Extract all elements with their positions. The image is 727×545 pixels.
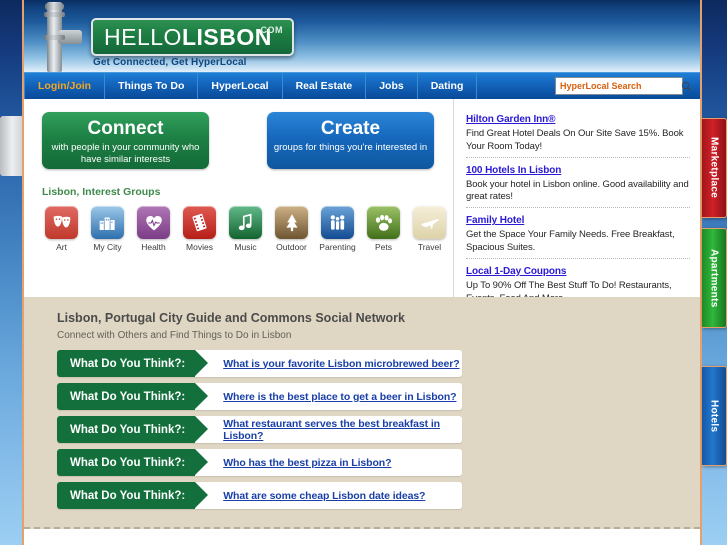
- family-people-icon: [321, 206, 354, 239]
- ad-description: Get the Space Your Family Needs. Free Br…: [466, 229, 675, 254]
- nav-item-hyperlocal[interactable]: HyperLocal: [198, 73, 283, 99]
- content-left-column: Connect with people in your community wh…: [24, 99, 454, 297]
- ad-title-link[interactable]: Family Hotel: [466, 215, 524, 226]
- interest-group-label: Parenting: [319, 242, 356, 252]
- ad-title-link[interactable]: Local 1-Day Coupons: [466, 266, 566, 277]
- nav-item-real-estate[interactable]: Real Estate: [283, 73, 367, 99]
- what-do-you-think-tag: What Do You Think?:: [57, 416, 209, 443]
- ad-divider: [466, 257, 690, 259]
- interest-group-pets[interactable]: Pets: [364, 206, 403, 252]
- question-row: What Do You Think?: Where is the best pl…: [57, 383, 462, 410]
- interest-group-label: Outdoor: [276, 242, 307, 252]
- interest-group-art[interactable]: Art: [42, 206, 81, 252]
- question-link[interactable]: Where is the best place to get a beer in…: [223, 391, 456, 403]
- ad-divider: [466, 156, 690, 158]
- side-tab-hotels[interactable]: Hotels: [702, 366, 727, 466]
- interest-group-movies[interactable]: Movies: [180, 206, 219, 252]
- question-row: What Do You Think?: What restaurant serv…: [57, 416, 462, 443]
- music-note-icon: [229, 206, 262, 239]
- connect-subtitle: with people in your community who have s…: [51, 141, 200, 166]
- paw-print-icon: [367, 206, 400, 239]
- question-link[interactable]: What are some cheap Lisbon date ideas?: [223, 490, 425, 502]
- what-do-you-think-tag: What Do You Think?:: [57, 449, 209, 476]
- film-strip-icon: [183, 206, 216, 239]
- ad-description: Find Great Hotel Deals On Our Site Save …: [466, 128, 684, 152]
- search-box: [555, 77, 692, 95]
- site-header: HELLOLISBON .COM Get Connected, Get Hype…: [24, 0, 700, 72]
- ad-description: Book your hotel in Lisbon online. Good a…: [466, 178, 689, 203]
- question-link[interactable]: What restaurant serves the best breakfas…: [223, 418, 462, 442]
- interest-group-parenting[interactable]: Parenting: [318, 206, 357, 252]
- interest-group-label: My City: [93, 242, 122, 252]
- main-content: Connect with people in your community wh…: [24, 99, 700, 323]
- create-subtitle: groups for things you're interested in: [273, 141, 428, 153]
- site-logo[interactable]: HELLOLISBON .COM: [91, 18, 294, 56]
- cta-row: Connect with people in your community wh…: [24, 99, 453, 169]
- search-input[interactable]: [556, 81, 681, 91]
- interest-group-label: Pets: [374, 242, 392, 252]
- question-link[interactable]: What is your favorite Lisbon microbrewed…: [223, 358, 459, 370]
- nav-item-jobs[interactable]: Jobs: [366, 73, 418, 99]
- connect-title: Connect: [87, 118, 164, 139]
- nav-item-dating[interactable]: Dating: [418, 73, 478, 99]
- logo-text: HELLOLISBON: [104, 23, 272, 50]
- side-tab-label: Apartments: [708, 248, 720, 308]
- side-tab-apartments[interactable]: Apartments: [702, 228, 727, 328]
- question-row: What Do You Think?: What are some cheap …: [57, 482, 462, 509]
- ads-column: Hilton Garden Inn® Find Great Hotel Deal…: [454, 99, 700, 323]
- ad-item: Hilton Garden Inn® Find Great Hotel Deal…: [466, 109, 690, 154]
- interest-group-label: Health: [141, 242, 166, 252]
- main-navigation: Login/Join Things To Do HyperLocal Real …: [24, 72, 700, 99]
- side-tab-label: Hotels: [708, 399, 720, 433]
- side-tab-marketplace[interactable]: Marketplace: [702, 118, 727, 218]
- theater-masks-icon: [45, 206, 78, 239]
- interest-group-outdoor[interactable]: Outdoor: [272, 206, 311, 252]
- section-title: Lisbon, Portugal City Guide and Commons …: [57, 311, 405, 325]
- signpost-band-icon: [44, 12, 65, 17]
- airplane-icon: [413, 206, 446, 239]
- interest-group-health[interactable]: Health: [134, 206, 173, 252]
- question-row: What Do You Think?: Who has the best piz…: [57, 449, 462, 476]
- social-network-section: Lisbon, Portugal City Guide and Commons …: [24, 297, 700, 529]
- ad-divider: [466, 207, 690, 209]
- what-do-you-think-tag: What Do You Think?:: [57, 350, 209, 377]
- ad-title-link[interactable]: Hilton Garden Inn®: [466, 114, 556, 125]
- city-buildings-icon: [91, 206, 124, 239]
- search-icon[interactable]: [681, 81, 692, 92]
- interest-group-label: Music: [234, 242, 257, 252]
- question-list: What Do You Think?: What is your favorit…: [57, 350, 700, 509]
- logo-tld: .COM: [257, 25, 283, 35]
- create-button[interactable]: Create groups for things you're interest…: [267, 112, 434, 169]
- left-edge-tab[interactable]: [0, 116, 22, 176]
- create-title: Create: [320, 118, 381, 139]
- nav-item-things-to-do[interactable]: Things To Do: [105, 73, 199, 99]
- site-tagline: Get Connected, Get HyperLocal: [93, 57, 247, 68]
- side-tab-label: Marketplace: [708, 137, 720, 199]
- ad-item: 100 Hotels In Lisbon Book your hotel in …: [466, 160, 690, 205]
- what-do-you-think-tag: What Do You Think?:: [57, 482, 209, 509]
- nav-item-login-join[interactable]: Login/Join: [24, 73, 106, 99]
- logo-hello: HELLO: [104, 23, 182, 50]
- interest-groups-heading: Lisbon, Interest Groups: [42, 186, 161, 198]
- interest-group-label: Art: [56, 242, 67, 252]
- interest-groups-row: Art My City Health Movies Music Outdoor …: [42, 206, 453, 252]
- what-do-you-think-tag: What Do You Think?:: [57, 383, 209, 410]
- signpost-cap-icon: [45, 3, 64, 10]
- ad-item: Family Hotel Get the Space Your Family N…: [466, 210, 690, 255]
- interest-group-label: Travel: [417, 242, 442, 252]
- interest-group-label: Movies: [186, 242, 213, 252]
- interest-group-travel[interactable]: Travel: [410, 206, 449, 252]
- page-shell: HELLOLISBON .COM Get Connected, Get Hype…: [22, 0, 702, 545]
- connect-button[interactable]: Connect with people in your community wh…: [42, 112, 209, 169]
- section-subtitle: Connect with Others and Find Things to D…: [57, 330, 292, 341]
- interest-group-my-city[interactable]: My City: [88, 206, 127, 252]
- page-bottom-strip: [24, 529, 700, 545]
- pine-tree-icon: [275, 206, 308, 239]
- heart-pulse-icon: [137, 206, 170, 239]
- question-link[interactable]: Who has the best pizza in Lisbon?: [223, 457, 391, 469]
- question-row: What Do You Think?: What is your favorit…: [57, 350, 462, 377]
- interest-group-music[interactable]: Music: [226, 206, 265, 252]
- ad-title-link[interactable]: 100 Hotels In Lisbon: [466, 165, 561, 176]
- signpost-band-icon: [44, 35, 65, 40]
